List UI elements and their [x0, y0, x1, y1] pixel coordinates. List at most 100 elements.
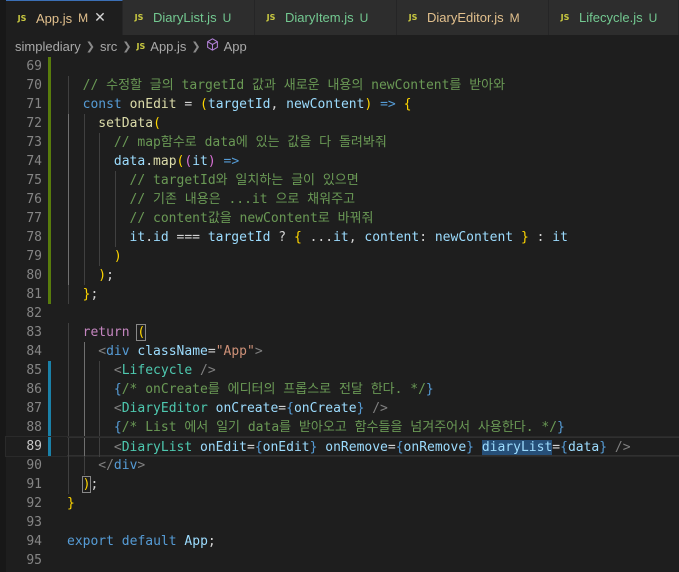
indent-guide [114, 190, 116, 209]
code-text: </div> [67, 456, 679, 475]
git-added-marker[interactable] [48, 171, 51, 190]
line-number: 77 [26, 211, 42, 226]
git-modified-marker[interactable] [48, 399, 51, 418]
code-line[interactable]: 72 setData( [6, 114, 679, 133]
line-number: 76 [26, 192, 42, 207]
indent-guide [68, 266, 69, 285]
git-added-marker[interactable] [48, 285, 51, 304]
code-line[interactable]: 82 [6, 304, 679, 323]
breadcrumb-folder[interactable]: src [100, 39, 117, 54]
code-line[interactable]: 90 </div> [6, 456, 679, 475]
code-line[interactable]: 93 [6, 513, 679, 532]
code-line[interactable]: 89 <DiaryList onEdit={onEdit} onRemove={o… [5, 436, 679, 457]
close-icon[interactable]: ✕ [94, 10, 106, 26]
git-added-marker[interactable] [48, 114, 51, 133]
tab-git-status: U [648, 10, 658, 25]
code-line[interactable]: 91); [6, 475, 679, 494]
code-line[interactable]: 94 export default App; [6, 532, 679, 551]
indent-guide [68, 171, 69, 190]
code-line[interactable]: 83 return ( [6, 323, 679, 342]
git-added-marker[interactable] [48, 95, 51, 114]
git-modified-marker[interactable] [48, 380, 51, 399]
line-number: 94 [26, 534, 42, 549]
git-added-marker[interactable] [48, 228, 51, 247]
indent-guide [83, 133, 85, 152]
code-line[interactable]: 92} [6, 494, 679, 513]
code-line[interactable]: 78 it.id === targetId ? { ...it, content:… [6, 228, 679, 247]
code-editor[interactable]: 69 70 // 수정할 글의 targetId 값과 새로운 내용의 newCon… [5, 57, 679, 572]
breadcrumb-root[interactable]: simplediary [15, 39, 81, 54]
code-text: <DiaryList onEdit={onEdit} onRemove={onR… [67, 437, 679, 457]
code-text: {/* onCreate를 에디터의 프롭스로 전달 한다. */} [67, 380, 679, 399]
indent-guide [68, 285, 69, 304]
code-line[interactable]: 69 [6, 57, 679, 76]
code-line[interactable]: 71 const onEdit = (targetId, newContent) … [6, 95, 679, 114]
code-text: const onEdit = (targetId, newContent) =>… [67, 95, 679, 114]
tab-label: DiaryList.js [153, 10, 217, 25]
indent-guide [99, 152, 101, 171]
git-added-marker[interactable] [48, 152, 51, 171]
code-line[interactable]: 80); [6, 266, 679, 285]
tab-label: App.js [36, 10, 73, 26]
javascript-file-icon: JS [560, 13, 570, 22]
git-added-marker[interactable] [48, 209, 51, 228]
git-added-marker[interactable] [48, 266, 51, 285]
breadcrumb-file[interactable]: App.js [150, 39, 186, 54]
code-line[interactable]: 77 // content값을 newContent로 바꿔줘 [6, 209, 679, 228]
git-modified-marker[interactable] [48, 437, 51, 456]
code-line[interactable]: 88 {/* List 에서 일기 data를 받아오고 함수들을 넘겨주어서 사… [6, 418, 679, 437]
code-line[interactable]: 95 [6, 551, 679, 570]
tab-diaryitem-js[interactable]: JS DiaryItem.js U [255, 0, 397, 35]
code-line[interactable]: 75 // targetId와 일치하는 글이 있으면 [6, 171, 679, 190]
code-line[interactable]: 79) [6, 247, 679, 266]
code-line[interactable]: 84 <div className="App"> [6, 342, 679, 361]
indent-guide [99, 399, 101, 418]
code-line[interactable]: 85 <Lifecycle /> [6, 361, 679, 380]
tab-git-status: M [78, 11, 89, 25]
javascript-file-icon: JS [134, 13, 144, 22]
line-number: 72 [26, 116, 42, 131]
git-added-marker[interactable] [48, 76, 51, 95]
code-line[interactable]: 86 {/* onCreate를 에디터의 프롭스로 전달 한다. */} [6, 380, 679, 399]
breadcrumb-symbol[interactable]: App [224, 39, 247, 54]
indent-guide [83, 342, 85, 361]
indent-guide [114, 209, 116, 228]
line-number: 91 [26, 477, 42, 492]
indent-guide [99, 209, 101, 228]
git-modified-marker[interactable] [48, 418, 51, 437]
indent-guide [68, 209, 69, 228]
indent-guide [68, 418, 69, 437]
vscode-window: JS App.js M ✕ JS DiaryList.js U JS Diary… [0, 0, 679, 572]
indent-guide [83, 114, 85, 133]
code-text: data.map((it) => [67, 152, 679, 171]
code-line[interactable]: 70 // 수정할 글의 targetId 값과 새로운 내용의 newConte… [6, 76, 679, 95]
git-added-marker[interactable] [48, 133, 51, 152]
javascript-file-icon: JS [17, 13, 27, 23]
line-number: 89 [26, 439, 42, 454]
code-text: }; [67, 285, 679, 304]
tab-diarylist-js[interactable]: JS DiaryList.js U [123, 0, 255, 35]
indent-guide [68, 247, 69, 266]
indent-guide [114, 171, 116, 190]
indent-guide [99, 228, 101, 247]
tab-app-js[interactable]: JS App.js M ✕ [6, 0, 123, 35]
code-line[interactable]: 87 <DiaryEditor onCreate={onCreate} /> [6, 399, 679, 418]
code-text: ); [67, 475, 679, 494]
tab-lifecycle-js[interactable]: JS Lifecycle.js U [549, 0, 679, 35]
git-added-marker[interactable] [48, 247, 51, 266]
git-modified-marker[interactable] [48, 361, 51, 380]
code-line[interactable]: 73 // map함수로 data에 있는 값을 다 돌려봐줘 [6, 133, 679, 152]
line-number: 82 [26, 306, 42, 321]
code-text: <DiaryEditor onCreate={onCreate} /> [67, 399, 679, 418]
code-line[interactable]: 76 // 기존 내용은 ...it 으로 채워주고 [6, 190, 679, 209]
code-text: it.id === targetId ? { ...it, content: n… [67, 228, 679, 247]
git-added-marker[interactable] [48, 57, 51, 76]
code-line[interactable]: 74 data.map((it) => [6, 152, 679, 171]
line-number: 81 [26, 287, 42, 302]
tab-diaryeditor-js[interactable]: JS DiaryEditor.js M [397, 0, 549, 35]
code-line[interactable]: 81}; [6, 285, 679, 304]
git-added-marker[interactable] [48, 190, 51, 209]
javascript-file-icon: JS [266, 13, 276, 22]
